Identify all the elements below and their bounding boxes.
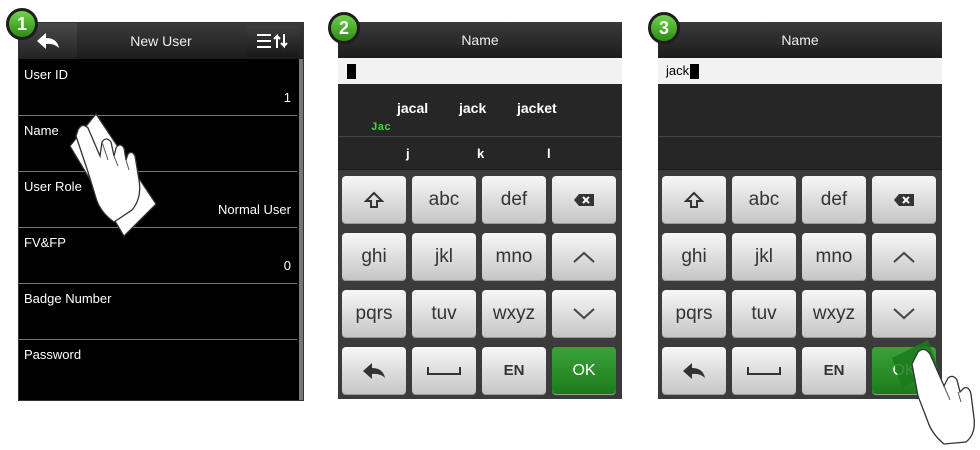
- space-key[interactable]: [412, 347, 476, 395]
- key-jkl[interactable]: jkl: [732, 233, 796, 281]
- sort-list-icon: [257, 33, 288, 49]
- step-badge-3: 3: [648, 12, 680, 44]
- key-abc[interactable]: abc: [732, 176, 796, 224]
- field-value: 1: [283, 90, 291, 105]
- key-mno[interactable]: mno: [802, 233, 866, 281]
- letter-choice[interactable]: l: [547, 146, 551, 161]
- field-label: Name: [24, 123, 59, 138]
- key-abc[interactable]: abc: [412, 176, 476, 224]
- field-user-role[interactable]: User Role Normal User: [19, 172, 297, 228]
- language-key[interactable]: EN: [802, 347, 866, 395]
- key-jkl[interactable]: jkl: [412, 233, 476, 281]
- key-mno[interactable]: mno: [482, 233, 546, 281]
- field-user-id[interactable]: User ID 1: [19, 60, 297, 116]
- typed-sequence: Jac: [371, 122, 391, 134]
- screen-title: New User: [130, 33, 192, 49]
- backspace-key[interactable]: [872, 176, 936, 224]
- tap-hand-icon: [69, 112, 157, 237]
- language-key[interactable]: EN: [482, 347, 546, 395]
- screen-title: Name: [781, 32, 819, 48]
- letter-choices: [658, 137, 942, 169]
- back-arrow-icon: [363, 363, 385, 379]
- chevron-down-icon: [893, 308, 915, 320]
- candidate-word[interactable]: jacket: [517, 100, 557, 116]
- letter-choice[interactable]: j: [406, 146, 410, 161]
- letter-choice[interactable]: k: [477, 146, 484, 161]
- space-icon: [427, 367, 461, 375]
- field-fv-fp[interactable]: FV&FP 0: [19, 228, 297, 284]
- chevron-up-icon: [573, 251, 595, 263]
- up-key[interactable]: [552, 233, 616, 281]
- candidate-bar: [658, 84, 942, 137]
- field-badge-number[interactable]: Badge Number: [19, 284, 297, 340]
- input-text: [338, 63, 346, 78]
- space-icon: [747, 367, 781, 375]
- step-badge-1: 1: [6, 8, 38, 40]
- key-ghi[interactable]: ghi: [342, 233, 406, 281]
- shift-key[interactable]: [342, 176, 406, 224]
- backspace-icon: [574, 194, 594, 206]
- screen-title: Name: [461, 32, 499, 48]
- title-bar: Name: [338, 22, 622, 58]
- name-input[interactable]: [338, 58, 622, 84]
- key-tuv[interactable]: tuv: [732, 290, 796, 338]
- scrollbar[interactable]: [299, 59, 303, 400]
- field-label: User ID: [24, 67, 69, 82]
- keypad: abc def ghi jkl mno pqrs tuv wxyz EN OK: [338, 170, 622, 399]
- back-key[interactable]: [662, 347, 726, 395]
- key-tuv[interactable]: tuv: [412, 290, 476, 338]
- key-wxyz[interactable]: wxyz: [482, 290, 546, 338]
- back-key[interactable]: [342, 347, 406, 395]
- text-cursor: [690, 64, 700, 80]
- shift-key[interactable]: [662, 176, 726, 224]
- new-user-screen: New User User ID 1 Name User Role Normal…: [18, 22, 304, 401]
- key-wxyz[interactable]: wxyz: [802, 290, 866, 338]
- down-key[interactable]: [872, 290, 936, 338]
- candidate-bar: jacal jack jacket Jac: [338, 84, 622, 137]
- backspace-icon: [894, 194, 914, 206]
- field-name[interactable]: Name: [19, 116, 297, 172]
- shift-icon: [364, 191, 384, 208]
- field-value: 0: [283, 258, 291, 273]
- space-key[interactable]: [732, 347, 796, 395]
- chevron-down-icon: [573, 308, 595, 320]
- field-label: Badge Number: [24, 291, 112, 306]
- field-value: Normal User: [218, 202, 291, 217]
- field-label: FV&FP: [24, 235, 66, 250]
- field-password[interactable]: Password: [19, 340, 297, 395]
- text-cursor: [347, 64, 356, 80]
- key-def[interactable]: def: [482, 176, 546, 224]
- key-pqrs[interactable]: pqrs: [662, 290, 726, 338]
- name-input-screen: Name jacal jack jacket Jac j k l abc def…: [338, 22, 622, 399]
- back-arrow-icon: [37, 33, 59, 49]
- key-def[interactable]: def: [802, 176, 866, 224]
- name-input[interactable]: jack: [658, 58, 942, 84]
- candidate-word[interactable]: jack: [459, 100, 486, 116]
- candidate-word[interactable]: jacal: [397, 100, 428, 116]
- backspace-key[interactable]: [552, 176, 616, 224]
- key-pqrs[interactable]: pqrs: [342, 290, 406, 338]
- input-text: jack: [666, 63, 690, 78]
- step-badge-2: 2: [328, 12, 360, 44]
- up-key[interactable]: [872, 233, 936, 281]
- ok-button[interactable]: OK: [552, 347, 616, 395]
- field-label: Password: [24, 347, 82, 362]
- title-bar: Name: [658, 22, 942, 58]
- letter-choices: j k l: [338, 137, 622, 169]
- sort-menu-button[interactable]: [247, 25, 299, 57]
- tap-hand-icon: [892, 340, 975, 445]
- shift-icon: [684, 191, 704, 208]
- down-key[interactable]: [552, 290, 616, 338]
- key-ghi[interactable]: ghi: [662, 233, 726, 281]
- back-arrow-icon: [683, 363, 705, 379]
- chevron-up-icon: [893, 251, 915, 263]
